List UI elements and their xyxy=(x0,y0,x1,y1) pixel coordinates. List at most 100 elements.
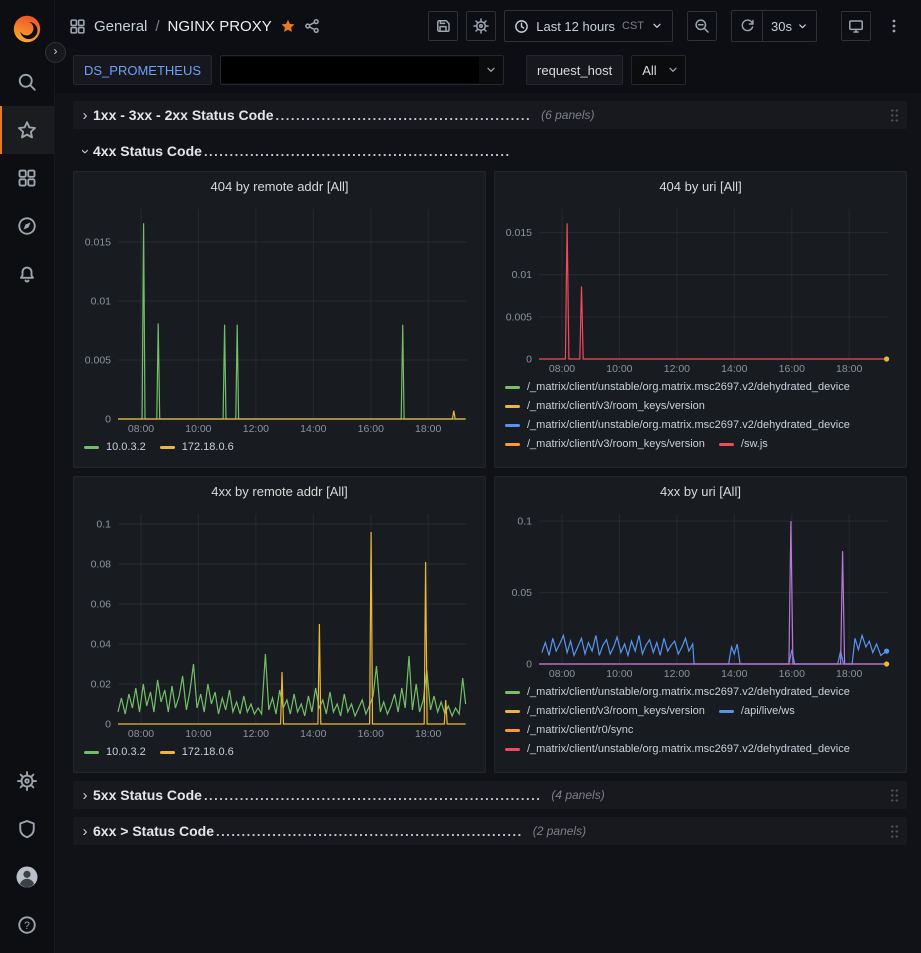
timeseries-chart[interactable]: 00.0050.010.01508:0010:0012:0014:0016:00… xyxy=(499,200,900,376)
sidebar-expand-button[interactable]: › xyxy=(45,42,66,63)
legend-series-label: /_matrix/client/unstable/org.matrix.msc2… xyxy=(527,419,850,431)
breadcrumb-folder[interactable]: General xyxy=(94,18,147,35)
svg-text:12:00: 12:00 xyxy=(243,728,269,740)
legend-item[interactable]: /_matrix/client/unstable/org.matrix.msc2… xyxy=(505,686,850,698)
legend-item[interactable]: 172.18.0.6 xyxy=(160,746,234,758)
row-header-6xx[interactable]: 6xx > Status Code ......................… xyxy=(73,817,907,845)
sidebar-item-profile[interactable] xyxy=(0,853,54,901)
panel-title-text: 404 by remote addr [All] xyxy=(210,179,348,194)
legend-item[interactable]: /_matrix/client/unstable/org.matrix.msc2… xyxy=(505,743,850,755)
timeseries-chart[interactable]: 00.050.108:0010:0012:0014:0016:0018:00 xyxy=(499,505,900,681)
svg-text:08:00: 08:00 xyxy=(128,728,154,740)
row-header-1xx-3xx-2xx[interactable]: 1xx - 3xx - 2xx Status Code ............… xyxy=(73,101,907,129)
sidebar-item-configuration[interactable] xyxy=(0,757,54,805)
chart-area: 00.0050.010.01508:0010:0012:0014:0016:00… xyxy=(74,200,485,436)
save-dashboard-button[interactable] xyxy=(428,11,458,41)
svg-text:0.04: 0.04 xyxy=(91,639,112,651)
panel-404-by-uri: 404 by uri [All] 00.0050.010.01508:0010:… xyxy=(494,171,907,468)
legend-item[interactable]: /_matrix/client/v3/room_keys/version xyxy=(505,400,705,412)
svg-text:10:00: 10:00 xyxy=(185,423,211,435)
dashboards-grid-icon xyxy=(17,168,37,188)
chevron-right-icon xyxy=(77,107,93,124)
svg-text:14:00: 14:00 xyxy=(300,423,326,435)
star-icon xyxy=(17,120,37,140)
row-title: 4xx Status Code xyxy=(93,143,202,159)
breadcrumb: General / NGINX PROXY xyxy=(69,18,320,35)
panel-title[interactable]: 404 by remote addr [All] xyxy=(74,172,485,200)
legend-series-label: /_matrix/client/r0/sync xyxy=(527,724,633,736)
legend-item[interactable]: /sw.js xyxy=(719,438,768,450)
row-drag-handle[interactable] xyxy=(890,788,899,802)
share-icon[interactable] xyxy=(304,18,320,34)
sidebar-item-explore[interactable] xyxy=(0,202,54,250)
legend-item[interactable]: /_matrix/client/unstable/org.matrix.msc2… xyxy=(505,419,850,431)
variable-value-request-host[interactable]: All xyxy=(631,55,685,85)
dashboard-title[interactable]: NGINX PROXY xyxy=(168,18,272,35)
sidebar-item-server-admin[interactable] xyxy=(0,805,54,853)
tv-kiosk-mode-button[interactable] xyxy=(841,11,871,41)
zoom-out-time-button[interactable] xyxy=(687,11,717,41)
legend-item[interactable]: 172.18.0.6 xyxy=(160,441,234,453)
refresh-button[interactable] xyxy=(732,11,762,39)
row-header-5xx[interactable]: 5xx Status Code ........................… xyxy=(73,781,907,809)
refresh-icon xyxy=(740,18,755,33)
legend-series-color xyxy=(719,443,734,446)
dashboards-grid-icon xyxy=(69,18,86,35)
row-header-4xx[interactable]: 4xx Status Code ........................… xyxy=(73,137,907,165)
kebab-menu-icon xyxy=(886,18,902,34)
time-range-picker[interactable]: Last 12 hours CST xyxy=(504,10,673,42)
variable-label-request-host[interactable]: request_host xyxy=(526,55,623,85)
legend-item[interactable]: /_matrix/client/unstable/org.matrix.msc2… xyxy=(505,381,850,393)
timeseries-chart[interactable]: 00.0050.010.01508:0010:0012:0014:0016:00… xyxy=(78,200,479,436)
chart-area: 00.0050.010.01508:0010:0012:0014:0016:00… xyxy=(495,200,906,376)
legend-series-label: /_matrix/client/unstable/org.matrix.msc2… xyxy=(527,381,850,393)
row-drag-handle[interactable] xyxy=(890,108,899,122)
timeseries-chart[interactable]: 00.020.040.060.080.108:0010:0012:0014:00… xyxy=(78,505,479,741)
row-panel-count: (2 panels) xyxy=(533,824,586,838)
datasource-value-redacted xyxy=(221,57,479,83)
legend-item[interactable]: 10.0.3.2 xyxy=(84,441,146,453)
panel-title-text: 4xx by uri [All] xyxy=(660,484,741,499)
panel-title[interactable]: 4xx by remote addr [All] xyxy=(74,477,485,505)
help-icon: ? xyxy=(17,915,37,935)
variable-value-ds-prometheus[interactable] xyxy=(220,55,504,85)
more-options-button[interactable] xyxy=(879,11,909,41)
sidebar-item-starred[interactable] xyxy=(0,106,54,154)
svg-text:14:00: 14:00 xyxy=(721,668,747,680)
sidebar-item-alerting[interactable] xyxy=(0,250,54,298)
chart-area: 00.050.108:0010:0012:0014:0016:0018:00 xyxy=(495,505,906,681)
legend-item[interactable]: /_matrix/client/v3/room_keys/version xyxy=(505,705,705,717)
dashboard-settings-button[interactable] xyxy=(466,11,496,41)
time-range-label: Last 12 hours xyxy=(536,19,615,34)
favorite-star-icon[interactable] xyxy=(280,18,296,34)
svg-text:14:00: 14:00 xyxy=(300,728,326,740)
sidebar-item-dashboards[interactable] xyxy=(0,154,54,202)
refresh-interval-dropdown[interactable]: 30s xyxy=(762,11,816,41)
legend-series-label: /_matrix/client/v3/room_keys/version xyxy=(527,705,705,717)
legend-series-color xyxy=(505,443,520,446)
legend-item[interactable]: /_matrix/client/r0/sync xyxy=(505,724,633,736)
bell-icon xyxy=(17,264,37,284)
variable-label-ds-prometheus[interactable]: DS_PROMETHEUS xyxy=(73,55,212,85)
zoom-out-icon xyxy=(694,18,710,34)
legend-item[interactable]: 10.0.3.2 xyxy=(84,746,146,758)
chevron-down-icon xyxy=(651,20,663,32)
panels-grid: 404 by remote addr [All] 00.0050.010.015… xyxy=(73,171,907,773)
panel-legend: /_matrix/client/unstable/org.matrix.msc2… xyxy=(495,681,906,772)
legend-item[interactable]: /_matrix/client/v3/room_keys/version xyxy=(505,438,705,450)
chart-area: 00.020.040.060.080.108:0010:0012:0014:00… xyxy=(74,505,485,741)
legend-series-color xyxy=(84,751,99,754)
legend-item[interactable]: /api/live/ws xyxy=(719,705,795,717)
panel-title[interactable]: 404 by uri [All] xyxy=(495,172,906,200)
panel-title[interactable]: 4xx by uri [All] xyxy=(495,477,906,505)
toolbar-actions: Last 12 hours CST 30s xyxy=(428,10,909,42)
legend-series-color xyxy=(505,710,520,713)
legend-series-label: /_matrix/client/unstable/org.matrix.msc2… xyxy=(527,743,850,755)
row-drag-handle[interactable] xyxy=(890,824,899,838)
svg-text:18:00: 18:00 xyxy=(415,423,441,435)
sidebar-item-search[interactable] xyxy=(0,58,54,106)
svg-text:0.1: 0.1 xyxy=(517,516,532,528)
legend-series-label: 10.0.3.2 xyxy=(106,746,146,758)
sidebar-item-help[interactable]: ? xyxy=(0,901,54,949)
svg-text:0.08: 0.08 xyxy=(91,559,112,571)
